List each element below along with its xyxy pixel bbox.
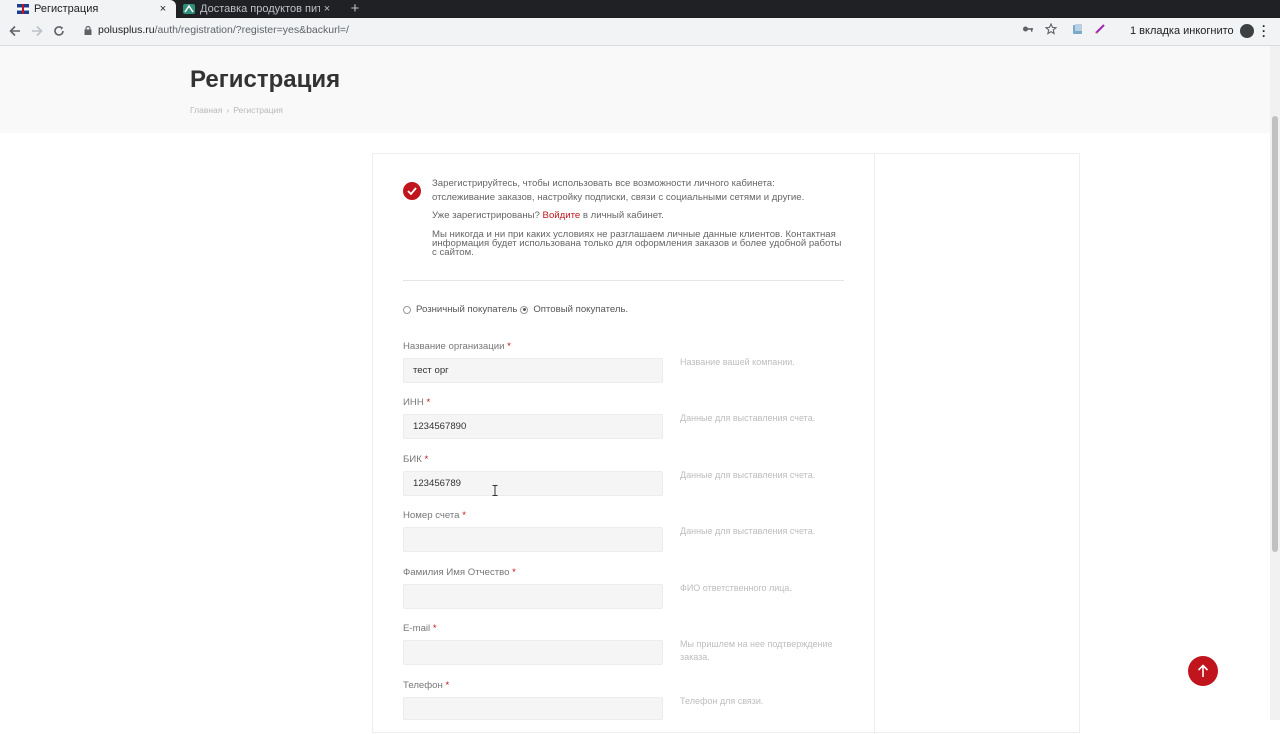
org-name-input[interactable]: тест орг xyxy=(403,358,663,383)
browser-tab-strip: Регистрация × Доставка продуктов пит × + xyxy=(0,0,1280,18)
required-mark: * xyxy=(426,397,431,408)
tab-close-icon[interactable]: × xyxy=(156,3,170,15)
required-mark: * xyxy=(462,510,466,521)
already-tail: в личный кабинет. xyxy=(582,210,664,221)
bik-input[interactable]: 123456789 xyxy=(403,471,663,496)
inn-input[interactable]: 1234567890 xyxy=(403,414,663,439)
tab-title: Регистрация xyxy=(34,3,99,15)
card-divider xyxy=(874,154,875,734)
email-hint: Мы пришлем на нее подтверждение заказа. xyxy=(680,639,833,662)
account-number-label: Номер счета * xyxy=(403,510,466,521)
inn-label: ИНН * xyxy=(403,397,430,408)
url-host: polusplus.ru xyxy=(98,24,155,36)
radio-wholesale-label[interactable]: Оптовый покупатель. xyxy=(533,304,628,315)
forward-icon[interactable] xyxy=(28,23,46,41)
url-path: /auth/registration/?register=yes&backurl… xyxy=(154,24,349,36)
bik-hint: Данные для выставления счета. xyxy=(680,470,816,480)
required-mark: * xyxy=(445,680,450,691)
phone-hint: Телефон для связи. xyxy=(680,696,764,706)
tab-title: Доставка продуктов пит xyxy=(200,3,320,15)
email-label: E-mail * xyxy=(403,623,437,634)
page-scrollbar[interactable] xyxy=(1270,46,1280,720)
arrow-up-icon xyxy=(1197,664,1209,677)
incognito-label: 1 вкладка инкогнито xyxy=(1130,25,1234,37)
incognito-icon xyxy=(1239,24,1254,38)
tab-delivery[interactable]: Доставка продуктов пит × xyxy=(178,0,340,18)
phone-label: Телефон * xyxy=(403,680,449,691)
full-name-label: Фамилия Имя Отчество * xyxy=(403,567,516,578)
required-mark: * xyxy=(424,454,429,465)
site-favicon-icon xyxy=(17,4,29,14)
menu-icon[interactable]: · · · xyxy=(1262,20,1268,42)
breadcrumb: Главная › Регистрация xyxy=(190,105,283,115)
account-number-input[interactable] xyxy=(403,527,663,552)
key-icon[interactable] xyxy=(1022,23,1034,41)
radio-retail-label[interactable]: Розничный покупатель xyxy=(416,304,517,315)
site-favicon-icon xyxy=(183,4,195,14)
privacy-note: Мы никогда и ни при каких условиях не ра… xyxy=(432,229,842,258)
intro-line-1: Зарегистрируйтесь, чтобы использовать вс… xyxy=(432,178,775,189)
reload-icon[interactable] xyxy=(50,23,68,41)
new-tab-button[interactable]: + xyxy=(346,0,364,18)
org-name-hint: Название вашей компании. xyxy=(680,357,795,367)
radio-wholesale[interactable] xyxy=(520,305,529,314)
incognito-indicator[interactable]: 1 вкладка инкогнито xyxy=(1130,24,1254,38)
address-bar[interactable]: polusplus.ru/auth/registration/?register… xyxy=(84,24,349,36)
required-mark: * xyxy=(432,623,437,634)
account-number-label-text: Номер счета xyxy=(403,510,460,521)
scroll-to-top-button[interactable] xyxy=(1188,656,1218,686)
browser-toolbar: polusplus.ru/auth/registration/?register… xyxy=(0,18,1280,46)
full-name-label-text: Фамилия Имя Отчество xyxy=(403,567,510,578)
org-name-label: Название организации * xyxy=(403,341,511,352)
scrollbar-thumb[interactable] xyxy=(1272,116,1278,552)
tab-registration[interactable]: Регистрация × xyxy=(0,0,176,18)
phone-input[interactable] xyxy=(403,697,663,720)
bik-label: БИК * xyxy=(403,454,428,465)
breadcrumb-current: Регистрация xyxy=(233,105,283,115)
required-mark: * xyxy=(507,341,511,352)
inn-hint: Данные для выставления счета. xyxy=(680,413,816,423)
email-input[interactable] xyxy=(403,640,663,665)
pen-icon[interactable] xyxy=(1094,23,1106,41)
login-link[interactable]: Войдите xyxy=(543,210,581,221)
full-name-input[interactable] xyxy=(403,584,663,609)
full-name-hint: ФИО ответственного лица. xyxy=(680,583,792,593)
star-icon[interactable] xyxy=(1044,22,1058,41)
inn-label-text: ИНН xyxy=(403,397,424,408)
already-registered: Уже зарегистрированы? Войдите в личный к… xyxy=(432,209,842,223)
buyer-type-group: Розничный покупатель Оптовый покупатель. xyxy=(403,304,628,315)
breadcrumb-separator: › xyxy=(226,105,230,115)
tab-close-icon[interactable]: × xyxy=(320,3,334,15)
section-divider xyxy=(403,280,844,281)
phone-label-text: Телефон xyxy=(403,680,443,691)
page-header: Регистрация Главная › Регистрация xyxy=(0,46,1270,133)
breadcrumb-home-link[interactable]: Главная xyxy=(190,105,222,115)
page-title: Регистрация xyxy=(190,66,341,93)
account-number-hint: Данные для выставления счета. xyxy=(680,526,816,536)
email-label-text: E-mail xyxy=(403,623,431,634)
already-text: Уже зарегистрированы? xyxy=(432,210,540,221)
required-mark: * xyxy=(512,567,516,578)
text-cursor-icon xyxy=(492,485,498,496)
extension-icon[interactable] xyxy=(1072,23,1084,41)
lock-icon xyxy=(84,25,92,35)
intro-line-2: отслеживание заказов, настройку подписки… xyxy=(432,192,805,203)
back-icon[interactable] xyxy=(6,23,24,41)
org-name-label-text: Название организации xyxy=(403,341,505,352)
bik-label-text: БИК xyxy=(403,454,422,465)
intro-text: Зарегистрируйтесь, чтобы использовать вс… xyxy=(432,177,842,205)
radio-retail[interactable] xyxy=(403,305,411,314)
check-icon xyxy=(403,182,421,200)
